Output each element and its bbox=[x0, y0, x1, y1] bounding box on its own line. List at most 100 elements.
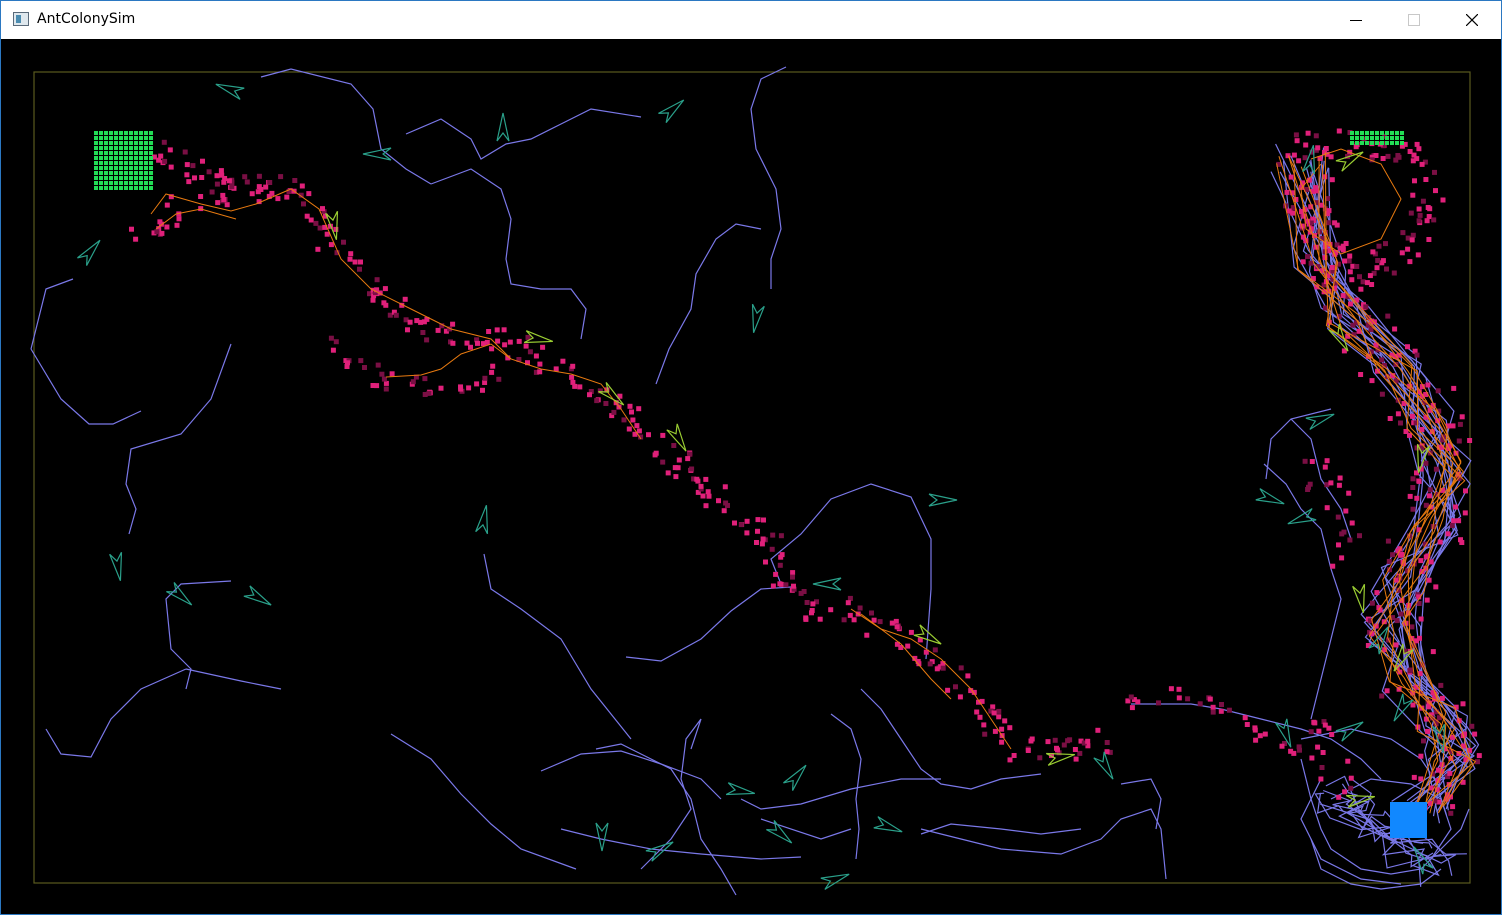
ant bbox=[1093, 751, 1114, 780]
wander-path bbox=[125, 343, 232, 535]
pheromone-dot bbox=[402, 296, 408, 302]
pheromone-dot bbox=[1324, 505, 1330, 511]
pheromone-dot bbox=[1420, 198, 1426, 204]
food-cell bbox=[1385, 136, 1389, 140]
pheromone-dot bbox=[1408, 210, 1414, 216]
food-cell bbox=[109, 156, 113, 160]
wander-path bbox=[640, 718, 702, 870]
pheromone-dot bbox=[426, 390, 432, 396]
pheromone-dot bbox=[424, 337, 430, 343]
pheromone-dot bbox=[1428, 559, 1434, 565]
pheromone-dot bbox=[1423, 502, 1429, 508]
simulation-canvas[interactable] bbox=[1, 39, 1501, 914]
food-cell bbox=[139, 181, 143, 185]
pheromone-dot bbox=[744, 518, 750, 524]
pheromone-dot bbox=[1354, 264, 1360, 269]
food-cell bbox=[139, 156, 143, 160]
pheromone-dot bbox=[422, 376, 428, 382]
pheromone-dot bbox=[1319, 765, 1325, 770]
pheromone-dot bbox=[1410, 476, 1416, 482]
pheromone-dot bbox=[1326, 208, 1332, 214]
pheromone-dot bbox=[779, 552, 785, 558]
pheromone-dot bbox=[1385, 538, 1391, 544]
pheromone-dot bbox=[215, 200, 221, 206]
pheromone-dot bbox=[1294, 138, 1300, 144]
pheromone-dot bbox=[1416, 478, 1422, 484]
pheromone-dot bbox=[908, 629, 914, 635]
pheromone-dot bbox=[1052, 737, 1058, 743]
title-bar[interactable]: AntColonySim bbox=[1, 1, 1501, 39]
pheromone-dot bbox=[375, 362, 381, 368]
ant bbox=[595, 822, 609, 852]
pheromone-dot bbox=[857, 605, 863, 611]
pheromone-dot bbox=[184, 162, 190, 168]
food-cell bbox=[104, 166, 108, 170]
ant bbox=[77, 239, 101, 266]
pheromone-dot bbox=[1460, 701, 1466, 707]
pheromone-dot bbox=[1337, 475, 1343, 481]
pheromone-dot bbox=[1308, 729, 1314, 735]
food-cell bbox=[104, 156, 108, 160]
pheromone-dot bbox=[214, 173, 220, 179]
pheromone-dot bbox=[869, 610, 874, 616]
pheromone-dot bbox=[1398, 611, 1404, 617]
food-cell bbox=[94, 146, 98, 150]
pheromone-dot bbox=[1417, 212, 1423, 218]
food-cell bbox=[114, 146, 118, 150]
pheromone-dot bbox=[790, 574, 795, 580]
pheromone-dot bbox=[466, 385, 472, 391]
food-cell bbox=[114, 161, 118, 165]
pheromone-dot bbox=[435, 327, 441, 333]
pheromone-dot bbox=[999, 739, 1005, 745]
food-cell bbox=[109, 186, 113, 190]
wander-path bbox=[595, 743, 737, 896]
food-cell bbox=[109, 161, 113, 165]
pheromone-dot bbox=[893, 618, 899, 624]
food-cell bbox=[129, 141, 133, 145]
pheromone-dot bbox=[405, 327, 410, 333]
food-cell bbox=[139, 171, 143, 175]
food-cell bbox=[99, 161, 103, 165]
pheromone-dot bbox=[982, 731, 988, 737]
pheromone-dot bbox=[1379, 693, 1385, 699]
pheromone-dot bbox=[224, 202, 230, 208]
pheromone-dot bbox=[1318, 776, 1324, 782]
pheromone-dot bbox=[1447, 770, 1453, 776]
maximize-button[interactable] bbox=[1385, 1, 1443, 39]
pheromone-dot bbox=[1410, 506, 1416, 512]
food-cell bbox=[134, 131, 138, 135]
pheromone-dot bbox=[1065, 738, 1071, 744]
maximize-icon bbox=[1408, 14, 1420, 26]
food-cell bbox=[1400, 136, 1404, 140]
pheromone-dot bbox=[1348, 775, 1354, 781]
food-cell bbox=[119, 136, 123, 140]
food-cell bbox=[124, 136, 128, 140]
pheromone-dot bbox=[186, 179, 192, 185]
close-button[interactable] bbox=[1443, 1, 1501, 39]
pheromone-dot bbox=[199, 175, 205, 180]
pheromone-dot bbox=[278, 174, 284, 180]
pheromone-dot bbox=[1176, 686, 1182, 692]
pheromone-dot bbox=[1296, 158, 1302, 164]
food-cell bbox=[104, 151, 108, 155]
pheromone-dot bbox=[1424, 597, 1430, 603]
pheromone-dot bbox=[242, 174, 248, 180]
food-cell bbox=[119, 176, 123, 180]
pheromone-dot bbox=[1438, 682, 1444, 688]
wander-path bbox=[830, 713, 862, 860]
pheromone-dot bbox=[1197, 701, 1203, 707]
food-cell bbox=[1355, 131, 1359, 135]
food-cell bbox=[134, 181, 138, 185]
pheromone-dot bbox=[1392, 326, 1398, 332]
pheromone-dot bbox=[1411, 152, 1417, 158]
food-cell bbox=[139, 186, 143, 190]
pheromone-dot bbox=[1322, 722, 1328, 728]
close-icon bbox=[1466, 14, 1478, 26]
pheromone-dot bbox=[894, 624, 900, 630]
food-cell bbox=[139, 176, 143, 180]
pheromone-dot bbox=[991, 710, 997, 716]
pheromone-dot bbox=[1395, 411, 1401, 417]
food-cell bbox=[129, 166, 133, 170]
pheromone-dot bbox=[1383, 241, 1388, 247]
minimize-button[interactable] bbox=[1327, 1, 1385, 39]
